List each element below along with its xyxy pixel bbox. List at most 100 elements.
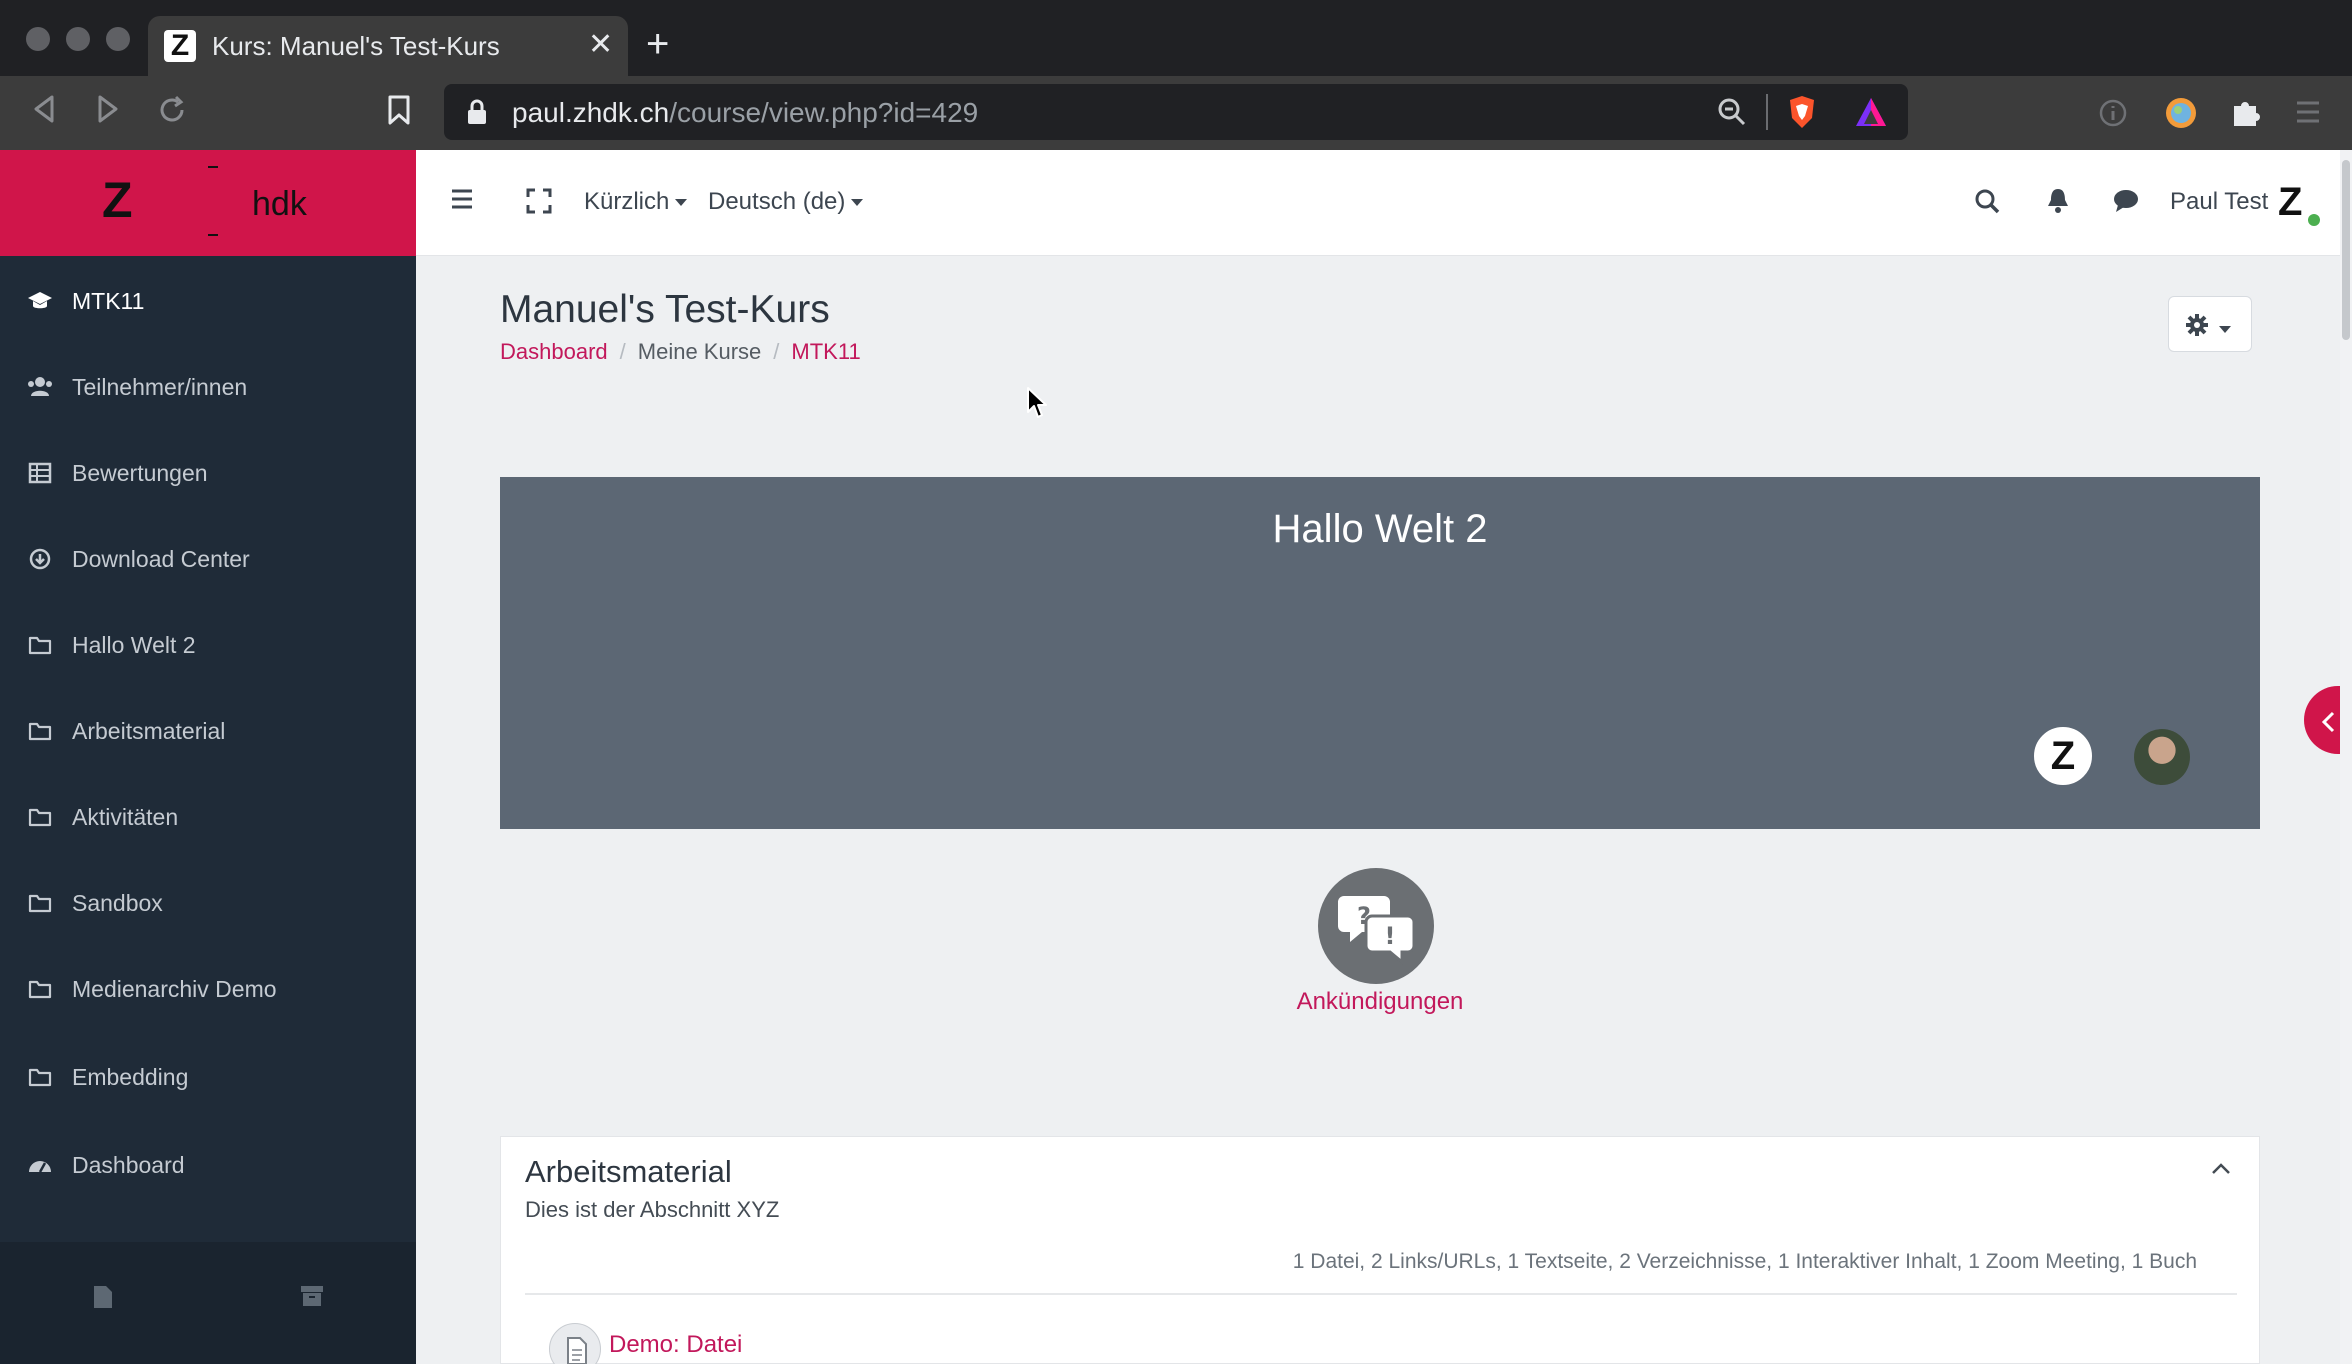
url-divider [1766,94,1768,130]
back-icon[interactable] [30,94,58,133]
extensions-puzzle-icon[interactable] [2230,96,2262,133]
fullscreen-icon[interactable] [526,188,552,219]
sidebar-item-label: Bewertungen [72,460,208,486]
tab-favicon-icon: Z [164,30,196,62]
sidebar-item-label: MTK11 [72,288,145,314]
chevron-down-icon [675,199,688,207]
brave-shields-icon[interactable] [1786,94,1818,135]
zoom-out-icon[interactable] [1716,96,1748,133]
folder-icon [26,887,54,922]
course-section-banner: Hallo Welt 2 Z [500,477,2260,829]
breadcrumb-dashboard[interactable]: Dashboard [500,339,608,364]
address-bar[interactable]: paul.zhdk.ch/course/view.php?id=429 [444,84,1908,140]
window-close-button[interactable] [26,27,50,51]
window-maximize-button[interactable] [106,27,130,51]
sidebar-footer [0,1242,416,1364]
online-status-dot [2308,214,2320,226]
sidebar-item-hallo-welt-2[interactable]: Hallo Welt 2 [0,602,416,688]
activity-link-demo-file[interactable]: Demo: Datei [609,1329,742,1361]
new-tab-icon[interactable]: + [646,22,669,66]
course-settings-button[interactable] [2168,296,2252,352]
course-sidebar: Z hdk MTK11 Teilnehmer/innen Bewertungen… [0,150,416,1364]
reload-icon[interactable] [156,94,188,135]
sidebar-item-label: Download Center [72,546,250,572]
search-icon[interactable] [1974,188,2000,219]
chevron-up-icon[interactable] [2211,1151,2231,1181]
download-icon [26,543,54,579]
sidebar-item-medienarchiv-demo[interactable]: Medienarchiv Demo [0,946,416,1032]
chevron-down-icon [851,199,864,207]
folder-icon [26,1061,54,1096]
sidebar-item-label: Medienarchiv Demo [72,976,277,1002]
site-logo[interactable]: Z hdk [0,150,416,256]
svg-text:!: ! [1385,922,1396,950]
folder-icon [26,801,54,836]
scrollbar-thumb[interactable] [2342,160,2350,340]
sidebar-item-label: Hallo Welt 2 [72,632,196,658]
sidebar-item-arbeitsmaterial[interactable]: Arbeitsmaterial [0,688,416,774]
logo-mark [208,166,218,168]
sidebar-item-label: Dashboard [72,1152,185,1178]
sidebar-item-participants[interactable]: Teilnehmer/innen [0,344,416,430]
bookmark-icon[interactable] [386,94,412,135]
announcements-link[interactable]: Ankündigungen [1200,986,1560,1018]
browser-menu-icon[interactable] [2294,98,2322,131]
hamburger-menu-icon[interactable] [450,188,474,215]
archive-icon[interactable] [300,1284,324,1313]
sidebar-item-sandbox[interactable]: Sandbox [0,860,416,946]
logo-text: hdk [252,185,307,223]
browser-toolbar: paul.zhdk.ch/course/view.php?id=429 [0,76,2352,150]
info-icon[interactable] [2098,98,2128,133]
sidebar-item-aktivitaeten[interactable]: Aktivitäten [0,774,416,860]
dashboard-icon [26,1149,54,1185]
sidebar-item-label: Aktivitäten [72,804,179,830]
sidebar-item-label: Sandbox [72,890,163,916]
banner-title: Hallo Welt 2 [1272,507,1488,551]
chevron-left-icon [2321,711,2335,732]
tab-close-icon[interactable]: ✕ [588,28,613,62]
teacher-logo-avatar[interactable]: Z [2034,727,2092,785]
logo-z: Z [102,172,133,228]
url-text: paul.zhdk.ch/course/view.php?id=429 [512,96,978,130]
language-dropdown-label: Deutsch (de) [708,188,846,215]
sidebar-item-label: Arbeitsmaterial [72,718,226,744]
user-avatar-letter: Z [2278,180,2303,224]
sidebar-item-mtk11[interactable]: MTK11 [0,258,416,344]
window-minimize-button[interactable] [66,27,90,51]
messages-icon[interactable] [2112,188,2140,219]
lock-icon [466,98,488,131]
user-name[interactable]: Paul Test [2170,186,2268,218]
page-title: Manuel's Test-Kurs [500,288,830,331]
notification-bell-icon[interactable] [2046,186,2070,219]
sidebar-item-grades[interactable]: Bewertungen [0,430,416,516]
browser-tab-strip: Z Kurs: Manuel's Test-Kurs ✕ + [0,0,2352,76]
announcements-forum-icon[interactable]: ? ! [1318,868,1434,984]
section-divider [525,1293,2237,1295]
mouse-cursor-icon [1026,386,1048,425]
user-avatar[interactable]: Z [2278,180,2320,226]
top-navbar: Kürzlich Deutsch (de) Paul Test Z [416,150,2352,256]
browser-tab[interactable]: Z Kurs: Manuel's Test-Kurs ✕ [148,16,628,76]
chevron-down-icon [2219,321,2231,339]
sidebar-item-embedding[interactable]: Embedding [0,1034,416,1120]
breadcrumb-separator: / [773,339,780,364]
section-title: Arbeitsmaterial [525,1154,732,1189]
breadcrumb-separator: / [619,339,626,364]
document-icon[interactable] [92,1284,114,1315]
folder-icon [26,715,54,750]
logo-mark [208,234,218,236]
brave-rewards-icon[interactable] [1854,96,1888,133]
breadcrumb-course[interactable]: MTK11 [791,339,860,364]
forward-icon[interactable] [94,94,122,133]
recent-dropdown[interactable]: Kürzlich [584,186,688,218]
url-host: paul.zhdk.ch [512,97,670,128]
breadcrumb-my-courses: Meine Kurse [637,339,762,364]
sidebar-item-dashboard[interactable]: Dashboard [0,1122,416,1208]
url-path: /course/view.php?id=429 [669,97,979,128]
teacher-avatar[interactable] [2134,729,2190,785]
extension-globe-icon[interactable] [2164,96,2198,135]
tab-title: Kurs: Manuel's Test-Kurs [212,31,500,61]
sidebar-item-download-center[interactable]: Download Center [0,516,416,602]
language-dropdown[interactable]: Deutsch (de) [708,186,864,218]
course-section-card: Arbeitsmaterial Dies ist der Abschnitt X… [500,1136,2260,1364]
